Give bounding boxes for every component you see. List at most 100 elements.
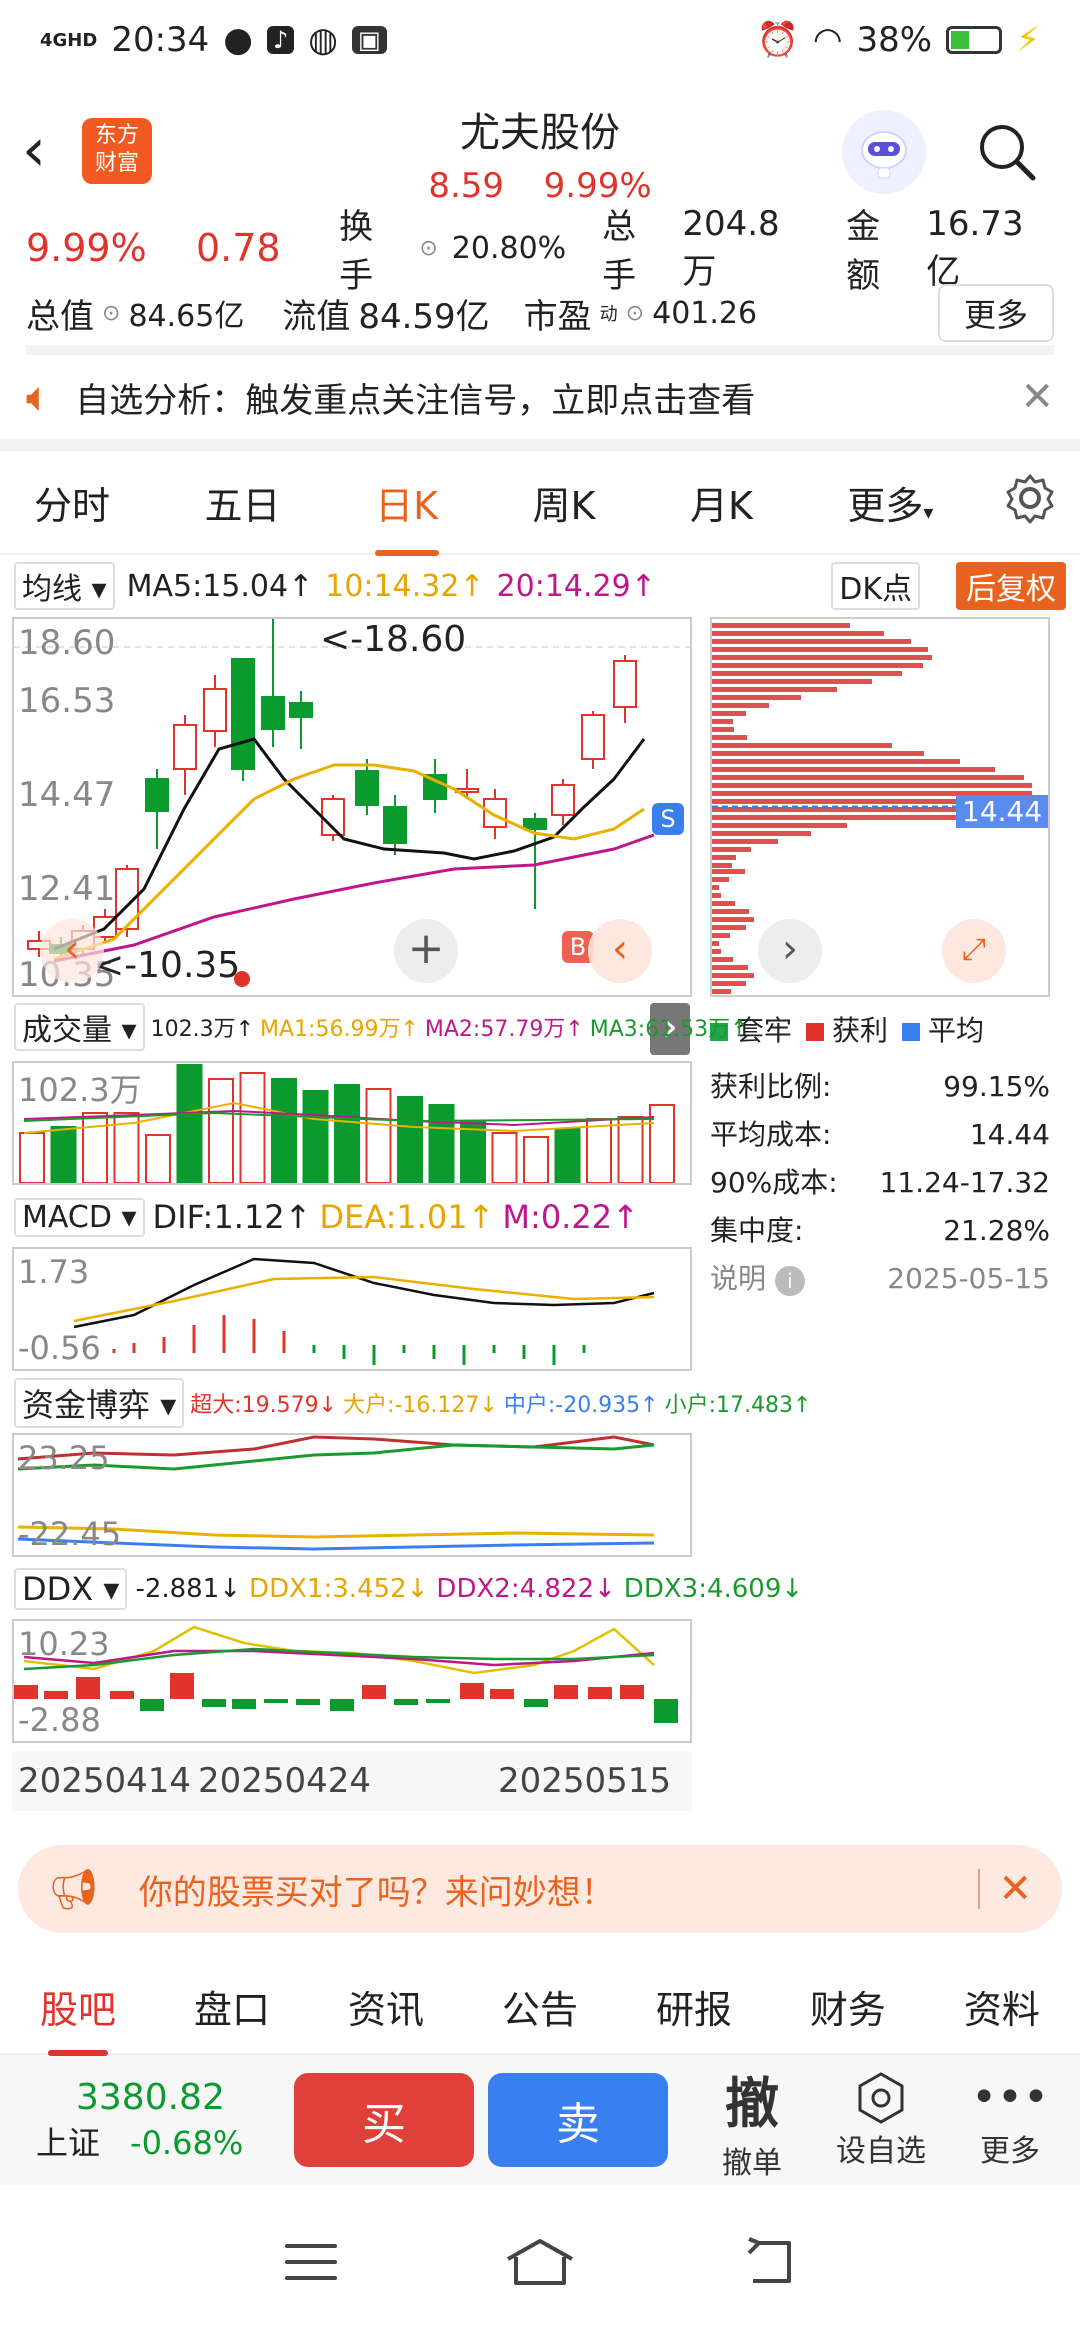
charging-icon: ⚡ xyxy=(1016,20,1040,60)
chip-right-arrow[interactable]: › xyxy=(758,919,822,983)
ddx-chart[interactable]: 10.23 -2.88 xyxy=(12,1619,692,1743)
more-quote-button[interactable]: 更多 xyxy=(937,284,1054,342)
chip-note[interactable]: 说明 i 2025-05-15 xyxy=(710,1255,1050,1303)
ma5-line xyxy=(53,737,646,951)
period-tabs: 分时 五日 日K 周K 月K 更多▾ xyxy=(0,451,1080,556)
ddx-bar xyxy=(170,1673,194,1699)
tab-weekly-k[interactable]: 周K xyxy=(509,475,620,530)
chip-bar xyxy=(712,783,1032,788)
ddx-bar xyxy=(330,1699,354,1711)
chip-bar xyxy=(712,823,847,828)
date-start: 20250414 xyxy=(18,1761,192,1801)
settings-icon[interactable] xyxy=(1004,472,1070,533)
fund-big: 大户:-16.127↓ xyxy=(343,1393,498,1418)
event-dot[interactable] xyxy=(234,971,250,987)
volume-bar xyxy=(491,1132,518,1184)
cancel-order-button[interactable]: 撤 撤单 xyxy=(702,2059,802,2182)
chip-bar xyxy=(712,981,746,986)
tab-announce[interactable]: 公告 xyxy=(502,1979,578,2034)
volume-bar xyxy=(176,1064,203,1184)
macd-dif-line xyxy=(73,1257,655,1329)
volume-select[interactable]: 成交量 ▾ xyxy=(14,1003,145,1051)
search-icon[interactable] xyxy=(975,120,1039,188)
tab-news[interactable]: 资讯 xyxy=(348,1979,424,2034)
macd-select[interactable]: MACD ▾ xyxy=(14,1197,145,1237)
more-actions-button[interactable]: ••• 更多 xyxy=(960,2070,1060,2170)
volume-bar xyxy=(145,1134,171,1184)
ddx2: DDX2:4.822↓ xyxy=(436,1574,616,1604)
ddx-select[interactable]: DDX ▾ xyxy=(14,1568,128,1610)
chip-bar xyxy=(712,965,748,970)
tab-profile[interactable]: 资料 xyxy=(964,1979,1040,2034)
chip-bar xyxy=(712,925,746,930)
chip-bar xyxy=(712,909,749,914)
tab-intraday[interactable]: 分时 xyxy=(10,475,134,530)
add-watchlist-button[interactable]: 设自选 xyxy=(816,2070,946,2170)
chip-distribution[interactable]: 14.44 › ⤢ xyxy=(710,617,1050,997)
chip-bar xyxy=(712,831,811,836)
info-icon[interactable]: ⊙ xyxy=(626,301,644,326)
expand-icon[interactable]: ⤢ xyxy=(942,919,1006,983)
sell-signal-marker[interactable]: S xyxy=(652,803,684,835)
macd-header: MACD ▾ DIF:1.12↑ DEA:1.01↑ M:0.22↑ xyxy=(14,1191,639,1243)
macd-chart[interactable]: 1.73 -0.56 xyxy=(12,1247,692,1371)
home-icon[interactable] xyxy=(502,2237,578,2291)
volume-header: 成交量 ▾ 102.3万↑ MA1:56.99万↑ MA2:57.79万↑ MA… xyxy=(14,1003,749,1051)
tab-research[interactable]: 研报 xyxy=(656,1979,732,2034)
avg-cost-tag: 14.44 xyxy=(956,795,1049,828)
dk-point-select[interactable]: DK点 xyxy=(831,562,920,610)
ma-row: 均线 ▾ MA5:15.04↑ 10:14.32↑ 20:14.29↑ DK点 … xyxy=(0,561,1080,611)
ddx-bar xyxy=(140,1699,164,1711)
ai-promo-banner[interactable]: 📢︎ 你的股票买对了吗？来问妙想！ ✕ xyxy=(18,1845,1062,1933)
index-name: 上证 xyxy=(36,2123,101,2162)
tab-more[interactable]: 更多▾ xyxy=(823,475,957,530)
mktcap-value: 84.65亿 xyxy=(128,299,245,334)
network-indicator: 4GHD xyxy=(40,29,98,51)
tab-monthly-k[interactable]: 月K xyxy=(666,475,777,530)
buy-button[interactable]: 买 xyxy=(294,2073,474,2167)
close-icon[interactable]: ✕ xyxy=(998,1866,1032,1912)
index-ticker[interactable]: 3380.82 上证 -0.68% xyxy=(20,2077,280,2164)
tab-pankou[interactable]: 盘口 xyxy=(194,1979,270,2034)
chip-bar xyxy=(712,663,923,668)
fund-small-line xyxy=(17,1443,655,1471)
robot-avatar[interactable] xyxy=(842,110,926,194)
pe-sup: 动 xyxy=(599,304,618,325)
tab-daily-k[interactable]: 日K xyxy=(351,475,462,556)
info-tabs: 股吧 盘口 资讯 公告 研报 财务 资料 xyxy=(0,1959,1080,2056)
volume-chart[interactable]: 102.3万 xyxy=(12,1061,692,1185)
chip-bar xyxy=(712,901,735,906)
info-icon[interactable]: ⊙ xyxy=(102,301,120,326)
tab-five-day[interactable]: 五日 xyxy=(181,475,305,530)
menu-icon[interactable] xyxy=(281,2240,341,2288)
volume-bar xyxy=(554,1128,581,1184)
alarm-icon: ⏰ xyxy=(756,20,799,60)
battery-percent: 38% xyxy=(856,20,933,60)
indicator-select[interactable]: 均线 ▾ xyxy=(14,562,115,610)
zoom-in-button[interactable]: + xyxy=(394,919,458,983)
y-label-4: 12.41 xyxy=(18,869,116,909)
fund-select[interactable]: 资金博弈 ▾ xyxy=(14,1378,185,1428)
index-value: 3380.82 xyxy=(76,2076,225,2118)
kline-chart[interactable]: 18.60 16.53 14.47 12.41 10.35 <-18.60 <-… xyxy=(12,617,692,997)
ma5-value: MA5:15.04↑ xyxy=(126,568,314,604)
close-icon[interactable]: ✕ xyxy=(1020,374,1054,420)
ma20-value: 20:14.29↑ xyxy=(496,568,656,604)
chip-bar xyxy=(712,655,932,660)
tab-finance[interactable]: 财务 xyxy=(810,1979,886,2034)
adjust-button[interactable]: 后复权 xyxy=(956,562,1066,610)
ddx-bar xyxy=(654,1699,678,1723)
chart-left-arrow[interactable]: ‹ xyxy=(588,919,652,983)
tab-guba[interactable]: 股吧 xyxy=(40,1979,116,2056)
candle-body xyxy=(613,660,637,708)
volume-bar xyxy=(271,1078,297,1184)
chart-prev-arrow[interactable]: ‹ xyxy=(40,919,104,983)
fund-header: 资金博弈 ▾ 超大:19.579↓ 大户:-16.127↓ 中户:-20.935… xyxy=(14,1377,811,1429)
info-icon[interactable]: ⊙ xyxy=(419,236,437,261)
sell-button[interactable]: 卖 xyxy=(488,2073,668,2167)
back-nav-icon[interactable] xyxy=(739,2237,799,2291)
indicator-select-label: 均线 xyxy=(22,572,82,607)
fund-chart[interactable]: 23.25 -22.45 xyxy=(12,1433,692,1557)
volume-bar xyxy=(19,1132,45,1184)
notice-bar[interactable]: 🔈︎ 自选分析：触发重点关注信号，立即点击查看 ✕ xyxy=(0,355,1080,451)
